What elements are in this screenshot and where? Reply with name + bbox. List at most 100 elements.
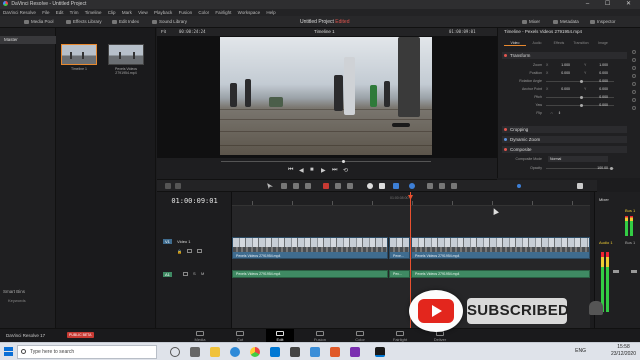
menu-file[interactable]: File bbox=[42, 10, 49, 15]
chrome-icon[interactable] bbox=[250, 347, 260, 357]
dynamic-trim-icon[interactable] bbox=[293, 183, 299, 189]
enable-dot-icon[interactable] bbox=[504, 148, 507, 151]
timeline-view-icon[interactable] bbox=[175, 183, 181, 189]
metadata-button[interactable]: Metadata bbox=[553, 16, 579, 28]
zoom-slider-knob[interactable] bbox=[517, 184, 521, 188]
slider-handle[interactable] bbox=[610, 167, 613, 170]
tab-transition[interactable]: Transition bbox=[570, 41, 592, 45]
flip-horizontal-icon[interactable]: ⇔ bbox=[550, 110, 554, 116]
audio-clip[interactable]: Pexels Videos 2791954.mp4 bbox=[232, 270, 388, 278]
app-icon[interactable] bbox=[330, 347, 340, 357]
selection-tool-icon[interactable] bbox=[267, 183, 273, 189]
menu-view[interactable]: View bbox=[138, 10, 148, 15]
zoom-full-icon[interactable] bbox=[427, 183, 433, 189]
bin-keywords[interactable]: Keywords bbox=[8, 298, 26, 303]
app-icon[interactable] bbox=[350, 347, 360, 357]
store-icon[interactable] bbox=[270, 347, 280, 357]
media-pool-button[interactable]: Media Pool bbox=[24, 16, 54, 28]
tab-image[interactable]: Image bbox=[592, 41, 614, 45]
layout-icon[interactable] bbox=[165, 183, 171, 189]
mute-button[interactable]: M bbox=[201, 271, 204, 276]
pitch-field[interactable]: 0.000 bbox=[588, 94, 608, 100]
zoom-custom-icon[interactable] bbox=[451, 183, 457, 189]
page-color[interactable]: Color bbox=[346, 329, 374, 343]
zoom-x-field[interactable]: 1.000 bbox=[550, 62, 570, 68]
page-edit[interactable]: Edit bbox=[266, 329, 294, 343]
keyframe-icon[interactable] bbox=[632, 98, 636, 102]
auto-select-icon[interactable] bbox=[187, 249, 192, 253]
bus-fader[interactable] bbox=[631, 270, 637, 273]
app-icon[interactable] bbox=[310, 347, 320, 357]
go-to-start-icon[interactable]: ⏮ bbox=[288, 167, 293, 174]
timeline-viewer[interactable] bbox=[157, 36, 497, 158]
composite-mode-dropdown[interactable]: Normal bbox=[548, 156, 608, 162]
loop-icon[interactable]: ⟲ bbox=[343, 167, 348, 174]
page-media[interactable]: Media bbox=[186, 329, 214, 343]
keyframe-icon[interactable] bbox=[632, 58, 636, 62]
media-clip-timeline-thumb[interactable] bbox=[61, 44, 97, 65]
marker-icon[interactable] bbox=[409, 183, 415, 189]
tray-clock[interactable]: 15:58 23/12/2020 bbox=[611, 344, 636, 358]
edge-icon[interactable] bbox=[230, 347, 240, 357]
enable-dot-icon[interactable] bbox=[504, 54, 507, 57]
play-icon[interactable]: ▶ bbox=[321, 167, 326, 174]
snapping-icon[interactable] bbox=[367, 183, 373, 189]
blade-tool-icon[interactable] bbox=[305, 183, 311, 189]
menu-help[interactable]: Help bbox=[266, 10, 275, 15]
tab-effects[interactable]: Effects bbox=[548, 41, 570, 45]
zoom-y-field[interactable]: 1.000 bbox=[588, 62, 608, 68]
insert-clip-icon[interactable] bbox=[323, 183, 329, 189]
timeline-name-dropdown[interactable]: Timeline 1 bbox=[314, 28, 335, 36]
keyframe-icon[interactable] bbox=[632, 66, 636, 70]
bell-icon[interactable] bbox=[589, 301, 603, 315]
tab-video[interactable]: Video bbox=[504, 41, 526, 46]
subscribed-button[interactable]: SUBSCRIBED bbox=[467, 298, 569, 324]
scrub-handle[interactable] bbox=[342, 160, 345, 163]
menu-fairlight[interactable]: Fairlight bbox=[215, 10, 231, 15]
audio-level-icon[interactable] bbox=[577, 183, 583, 189]
audio-clip[interactable]: Pexels Videos 2791954.mp4 bbox=[411, 270, 590, 278]
enable-dot-icon[interactable] bbox=[504, 128, 507, 131]
cortana-icon[interactable] bbox=[170, 347, 180, 357]
keyframe-icon[interactable] bbox=[632, 90, 636, 94]
edit-index-button[interactable]: Edit Index bbox=[112, 16, 139, 28]
keyframe-icon[interactable] bbox=[632, 50, 636, 54]
page-fairlight[interactable]: Fairlight bbox=[386, 329, 414, 343]
windows-start-icon[interactable] bbox=[4, 347, 13, 356]
section-composite[interactable]: Composite bbox=[502, 146, 627, 153]
slider-handle[interactable] bbox=[580, 80, 583, 83]
video-clip[interactable]: Pexels Videos 2791954.mp4 bbox=[232, 237, 388, 259]
flag-icon[interactable] bbox=[393, 183, 399, 189]
bin-master[interactable]: Master bbox=[0, 36, 56, 44]
solo-button[interactable]: S bbox=[193, 271, 196, 276]
menu-trim[interactable]: Trim bbox=[70, 10, 79, 15]
video-clip[interactable]: Pexels Videos 2791954.mp4 bbox=[411, 237, 590, 259]
audio-clip[interactable]: Pex... bbox=[389, 270, 410, 278]
menu-workspace[interactable]: Workspace bbox=[238, 10, 260, 15]
video-frame[interactable] bbox=[220, 37, 432, 155]
davinci-taskbar-icon[interactable] bbox=[375, 347, 385, 357]
track-id-v1[interactable]: V1 bbox=[163, 239, 172, 244]
flip-vertical-icon[interactable]: ⇕ bbox=[558, 110, 561, 116]
menu-fusion[interactable]: Fusion bbox=[179, 10, 193, 15]
file-explorer-icon[interactable] bbox=[210, 347, 220, 357]
disable-track-icon[interactable] bbox=[197, 249, 202, 253]
opacity-field[interactable]: 100.00 bbox=[588, 165, 608, 171]
menu-davinci[interactable]: DaVinci Resolve bbox=[3, 10, 36, 15]
sound-library-button[interactable]: Sound Library bbox=[152, 16, 187, 28]
inspector-button[interactable]: Inspector bbox=[590, 16, 616, 28]
subscribe-overlay[interactable]: SUBSCRIBED bbox=[409, 290, 569, 332]
task-view-icon[interactable] bbox=[190, 347, 200, 357]
slider-handle[interactable] bbox=[580, 96, 583, 99]
video-clip[interactable]: Pexe... bbox=[389, 237, 410, 259]
linked-selection-icon[interactable] bbox=[379, 183, 385, 189]
menu-color[interactable]: Color bbox=[198, 10, 209, 15]
section-transform[interactable]: Transform bbox=[502, 52, 627, 59]
track-id-a1[interactable]: A1 bbox=[163, 272, 172, 277]
menu-edit[interactable]: Edit bbox=[56, 10, 64, 15]
replace-clip-icon[interactable] bbox=[347, 183, 353, 189]
mail-icon[interactable] bbox=[290, 347, 300, 357]
menu-playback[interactable]: Playback bbox=[154, 10, 172, 15]
enable-dot-icon[interactable] bbox=[504, 138, 507, 141]
page-fusion[interactable]: Fusion bbox=[306, 329, 334, 343]
